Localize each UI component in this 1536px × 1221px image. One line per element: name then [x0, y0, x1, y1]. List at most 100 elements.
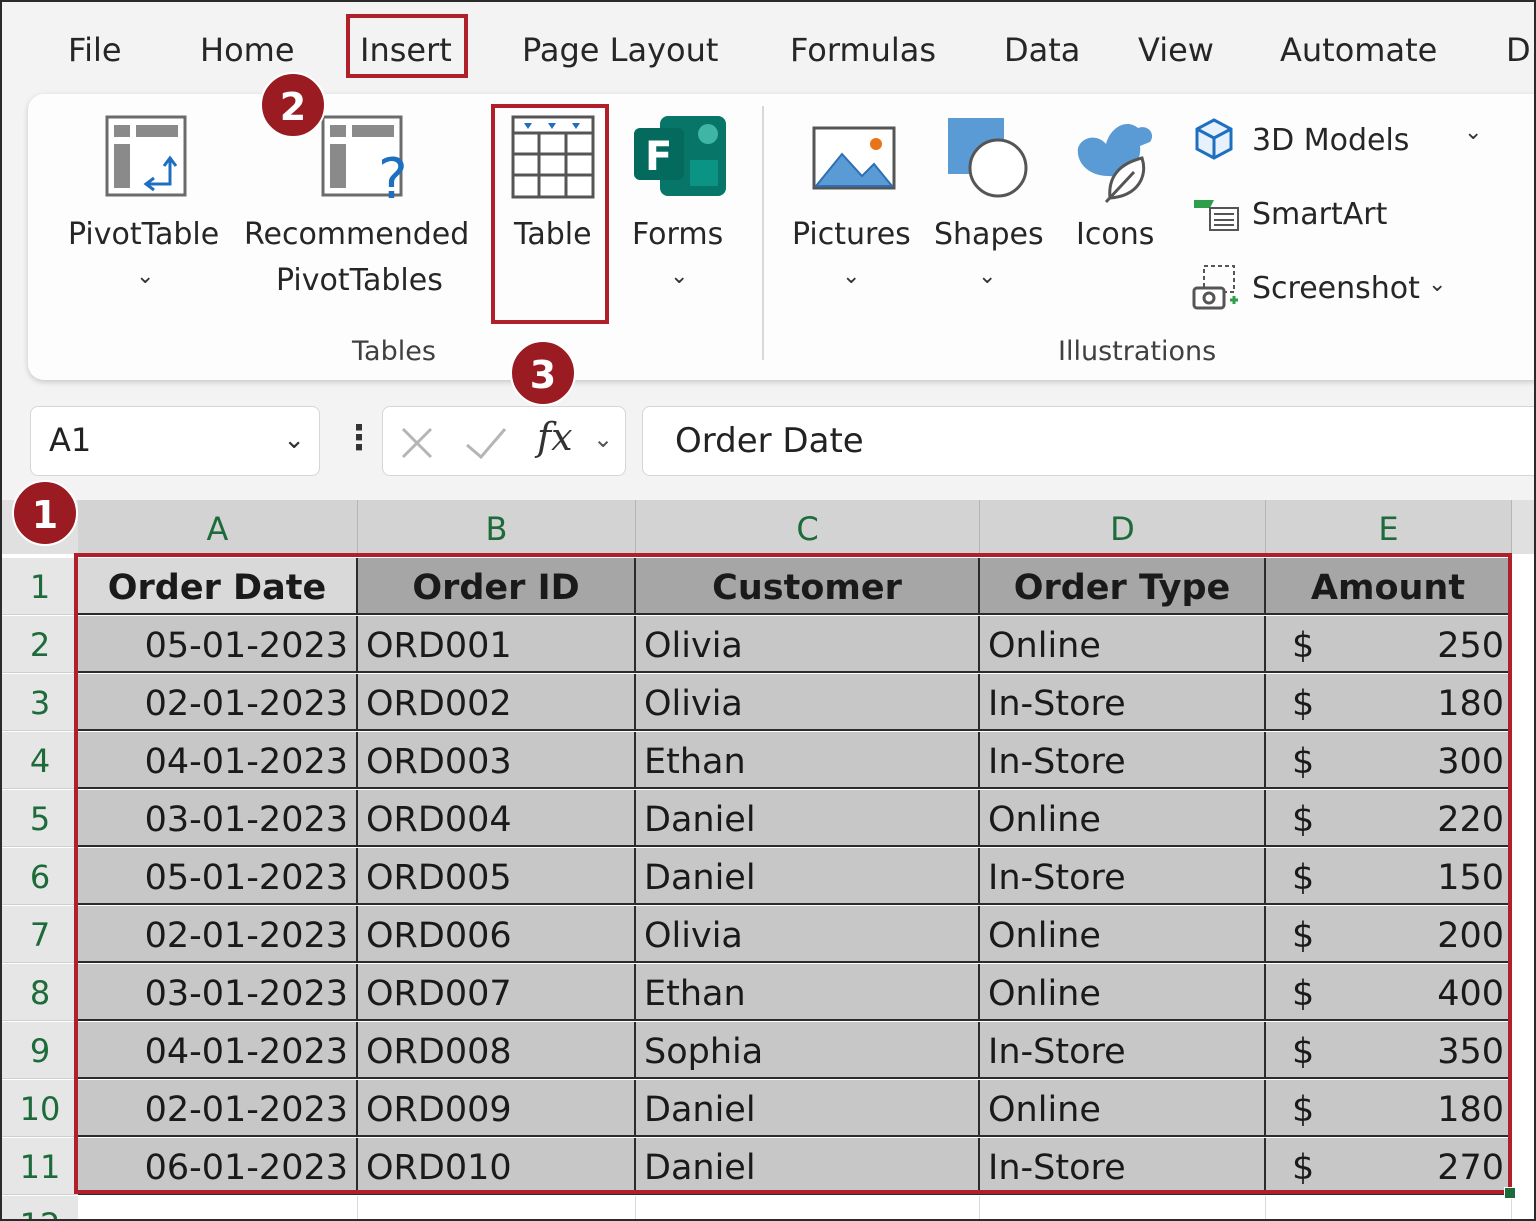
table-header-cell[interactable]: Order Type	[980, 558, 1266, 615]
tab-page-layout[interactable]: Page Layout	[522, 28, 718, 72]
shapes-icon[interactable]	[946, 116, 1032, 200]
pictures-chevron-down-icon[interactable]: ⌄	[842, 264, 860, 289]
table-cell[interactable]: $150	[1266, 848, 1512, 905]
table-cell[interactable]: 02-01-2023	[78, 674, 358, 731]
forms-label[interactable]: Forms	[632, 216, 723, 254]
3d-models-icon[interactable]	[1194, 118, 1234, 160]
column-header-c[interactable]: C	[636, 500, 980, 554]
table-cell[interactable]: Olivia	[636, 906, 980, 963]
table-header-cell[interactable]: Order Date	[78, 558, 358, 615]
row-header[interactable]: 8	[2, 964, 78, 1021]
table-cell[interactable]: Olivia	[636, 616, 980, 673]
recommended-pivottables-icon[interactable]: ?	[320, 114, 414, 202]
table-cell[interactable]: In-Store	[980, 1022, 1266, 1079]
tab-view[interactable]: View	[1138, 28, 1214, 72]
tab-data[interactable]: Data	[1004, 28, 1080, 72]
row-header[interactable]: 9	[2, 1022, 78, 1079]
fx-chevron-down-icon[interactable]: ⌄	[593, 425, 613, 453]
shapes-label[interactable]: Shapes	[934, 216, 1044, 254]
cancel-x-icon[interactable]	[399, 425, 435, 461]
table-cell[interactable]: Sophia	[636, 1022, 980, 1079]
table-cell[interactable]: ORD010	[358, 1138, 636, 1195]
table-cell[interactable]: 05-01-2023	[78, 616, 358, 673]
fill-handle[interactable]	[1504, 1187, 1516, 1199]
column-header-a[interactable]: A	[78, 500, 358, 554]
recommended-label-line2[interactable]: PivotTables	[276, 262, 443, 300]
recommended-label-line1[interactable]: Recommended	[244, 216, 469, 254]
table-cell[interactable]: Ethan	[636, 732, 980, 789]
table-cell[interactable]: ORD005	[358, 848, 636, 905]
table-cell[interactable]: $400	[1266, 964, 1512, 1021]
smartart-icon[interactable]	[1192, 194, 1240, 234]
table-cell[interactable]: In-Store	[980, 732, 1266, 789]
column-header-b[interactable]: B	[358, 500, 636, 554]
table-cell[interactable]: $350	[1266, 1022, 1512, 1079]
table-cell[interactable]: $200	[1266, 906, 1512, 963]
tab-automate[interactable]: Automate	[1280, 28, 1437, 72]
table-cell[interactable]: ORD003	[358, 732, 636, 789]
empty-cell[interactable]	[358, 1196, 636, 1219]
row-header[interactable]: 1	[2, 558, 78, 615]
table-cell[interactable]: ORD006	[358, 906, 636, 963]
table-cell[interactable]: In-Store	[980, 674, 1266, 731]
screenshot-label[interactable]: Screenshot	[1252, 270, 1420, 308]
table-cell[interactable]: Online	[980, 790, 1266, 847]
table-cell[interactable]: In-Store	[980, 848, 1266, 905]
table-cell[interactable]: In-Store	[980, 1138, 1266, 1195]
table-cell[interactable]: Online	[980, 906, 1266, 963]
table-header-cell[interactable]: Order ID	[358, 558, 636, 615]
enter-check-icon[interactable]	[463, 425, 509, 461]
name-box[interactable]: A1 ⌄	[30, 406, 320, 476]
icons-label[interactable]: Icons	[1076, 216, 1154, 254]
pictures-icon[interactable]	[812, 126, 896, 190]
row-header[interactable]: 7	[2, 906, 78, 963]
empty-cell[interactable]	[78, 1196, 358, 1219]
table-cell[interactable]: ORD007	[358, 964, 636, 1021]
screenshot-icon[interactable]	[1192, 264, 1240, 312]
table-cell[interactable]: Online	[980, 1080, 1266, 1137]
insert-function-icon[interactable]: fx	[537, 415, 573, 459]
pivottable-chevron-down-icon[interactable]: ⌄	[136, 264, 154, 289]
empty-cell[interactable]	[636, 1196, 980, 1219]
table-cell[interactable]: 02-01-2023	[78, 906, 358, 963]
table-cell[interactable]: ORD001	[358, 616, 636, 673]
forms-icon[interactable]: F	[632, 114, 728, 198]
row-header[interactable]: 4	[2, 732, 78, 789]
icons-icon[interactable]	[1072, 114, 1158, 204]
table-cell[interactable]: Daniel	[636, 1138, 980, 1195]
formula-input[interactable]: Order Date	[642, 406, 1534, 476]
table-cell[interactable]: Daniel	[636, 848, 980, 905]
table-cell[interactable]: 03-01-2023	[78, 790, 358, 847]
row-header[interactable]: 3	[2, 674, 78, 731]
tab-home[interactable]: Home	[200, 28, 295, 72]
table-cell[interactable]: 04-01-2023	[78, 1022, 358, 1079]
table-cell[interactable]: Olivia	[636, 674, 980, 731]
table-cell[interactable]: Ethan	[636, 964, 980, 1021]
table-cell[interactable]: ORD002	[358, 674, 636, 731]
table-cell[interactable]: $180	[1266, 674, 1512, 731]
column-header-d[interactable]: D	[980, 500, 1266, 554]
table-cell[interactable]: 02-01-2023	[78, 1080, 358, 1137]
table-cell[interactable]: ORD004	[358, 790, 636, 847]
tab-formulas[interactable]: Formulas	[790, 28, 936, 72]
forms-chevron-down-icon[interactable]: ⌄	[670, 264, 688, 289]
pivottable-icon[interactable]	[104, 114, 188, 198]
table-cell[interactable]: $270	[1266, 1138, 1512, 1195]
table-cell[interactable]: 03-01-2023	[78, 964, 358, 1021]
3d-models-label[interactable]: 3D Models	[1252, 122, 1409, 160]
table-cell[interactable]: $300	[1266, 732, 1512, 789]
row-header[interactable]: 11	[2, 1138, 78, 1195]
table-cell[interactable]: $250	[1266, 616, 1512, 673]
screenshot-chevron-down-icon[interactable]: ⌄	[1428, 272, 1446, 297]
empty-cell[interactable]	[1266, 1196, 1512, 1219]
row-header[interactable]: 5	[2, 790, 78, 847]
table-cell[interactable]: Online	[980, 616, 1266, 673]
table-cell[interactable]: ORD009	[358, 1080, 636, 1137]
table-cell[interactable]: Daniel	[636, 790, 980, 847]
table-cell[interactable]: $180	[1266, 1080, 1512, 1137]
table-header-cell[interactable]: Customer	[636, 558, 980, 615]
table-cell[interactable]: $220	[1266, 790, 1512, 847]
row-header[interactable]: 12	[2, 1196, 78, 1219]
table-cell[interactable]: ORD008	[358, 1022, 636, 1079]
tab-overflow[interactable]: D	[1506, 28, 1531, 72]
